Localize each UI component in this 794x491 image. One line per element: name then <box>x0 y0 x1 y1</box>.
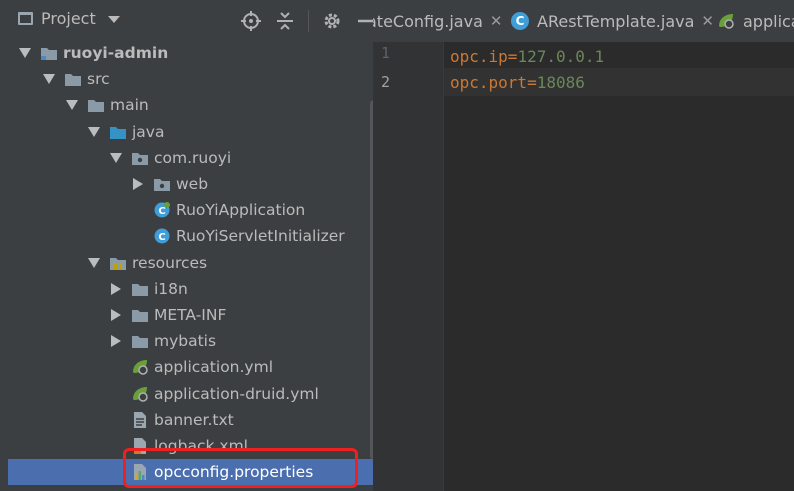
folder-icon <box>87 96 105 114</box>
package-icon <box>131 149 149 167</box>
tree-item-label: main <box>110 96 149 115</box>
tab-label: ateConfig.java <box>373 11 483 31</box>
property-key: opc.port <box>450 72 528 92</box>
property-value: 18086 <box>536 72 585 92</box>
tree-item-label: mybatis <box>154 332 217 351</box>
tree-item-application-yml[interactable]: application.yml <box>8 354 373 380</box>
property-value: 127.0.0.1 <box>517 46 605 66</box>
tree-item-i18n[interactable]: i18n <box>8 276 373 302</box>
expand-arrow-icon[interactable] <box>109 282 123 296</box>
equals-sign: = <box>527 72 537 92</box>
tree-item-label: java <box>132 122 165 141</box>
tree-item-logback-xml[interactable]: logback.xml <box>8 433 373 459</box>
resources-folder-icon <box>109 254 127 272</box>
tree-item-label: i18n <box>154 279 188 298</box>
tree-item-meta-inf[interactable]: META-INF <box>8 302 373 328</box>
expand-arrow-icon[interactable] <box>87 125 101 139</box>
toolbar-separator <box>308 10 309 32</box>
folder-icon <box>64 70 82 88</box>
collapse-all-icon[interactable] <box>274 10 296 32</box>
tree-item-ruoyiservletinitializer[interactable]: C RuoYiServletInitializer <box>8 223 373 249</box>
expand-arrow-icon[interactable] <box>42 72 56 86</box>
tree-item-label: application.yml <box>154 358 274 377</box>
properties-file-icon <box>131 463 149 481</box>
expand-arrow-icon[interactable] <box>109 334 123 348</box>
project-window-icon <box>18 12 33 25</box>
project-tree: ruoyi-admin src main java com.ruoyi web … <box>8 40 373 486</box>
tree-item-resources[interactable]: resources <box>8 250 373 276</box>
tree-item-src[interactable]: src <box>8 66 373 92</box>
tab-label: ARestTemplate.java <box>537 11 695 31</box>
tree-item-com-ruoyi[interactable]: com.ruoyi <box>8 145 373 171</box>
svg-text:C: C <box>158 232 165 243</box>
tree-item-ruoyiapplication[interactable]: C RuoYiApplication <box>8 197 373 223</box>
tree-item-mybatis[interactable]: mybatis <box>8 328 373 354</box>
expand-arrow-icon[interactable] <box>18 46 32 60</box>
spring-config-icon <box>717 12 735 30</box>
folder-icon <box>131 332 149 350</box>
tree-item-label: META-INF <box>154 305 227 324</box>
tree-item-application-druid-yml[interactable]: application-druid.yml <box>8 380 373 406</box>
folder-icon <box>131 306 149 324</box>
expand-arrow-icon[interactable] <box>109 151 123 165</box>
project-panel: Project ruoyi-admin src main java com.ru… <box>8 0 374 491</box>
expand-arrow-icon[interactable] <box>87 256 101 270</box>
spring-config-icon <box>131 358 149 376</box>
code-line: opc.port = 18086 <box>450 68 585 96</box>
expand-arrow-icon[interactable] <box>131 177 145 191</box>
project-panel-title: Project <box>41 9 96 28</box>
gear-icon[interactable] <box>321 10 343 32</box>
expand-arrow-icon[interactable] <box>109 308 123 322</box>
tree-item-ruoyi-admin[interactable]: ruoyi-admin <box>8 40 373 66</box>
tree-item-web[interactable]: web <box>8 171 373 197</box>
code-line: opc.ip = 127.0.0.1 <box>450 42 604 70</box>
tree-item-label: src <box>87 70 110 89</box>
class-icon: C <box>153 227 171 245</box>
tree-item-main[interactable]: main <box>8 92 373 118</box>
tree-item-label: RuoYiApplication <box>176 201 306 220</box>
tree-item-opcconfig-properties[interactable]: opcconfig.properties <box>8 459 373 486</box>
tree-item-label: RuoYiServletInitializer <box>176 227 345 246</box>
package-icon <box>153 175 171 193</box>
tree-item-label: resources <box>132 253 208 272</box>
line-number: 1 <box>381 44 391 62</box>
line-number-gutter: 1 2 <box>373 42 444 491</box>
tree-item-java[interactable]: java <box>8 119 373 145</box>
tree-item-label: logback.xml <box>154 436 248 455</box>
tree-item-label: web <box>176 175 209 194</box>
editor-tab[interactable]: C ARestTemplate.java ✕ <box>511 0 714 42</box>
editor-tab[interactable]: applica <box>717 0 794 42</box>
property-key: opc.ip <box>450 46 508 66</box>
minimize-icon[interactable] <box>355 10 373 32</box>
close-icon[interactable]: ✕ <box>701 12 714 30</box>
tree-item-label: opcconfig.properties <box>154 463 314 482</box>
expand-arrow-icon[interactable] <box>65 98 79 112</box>
equals-sign: = <box>507 46 518 66</box>
tree-item-label: com.ruoyi <box>154 148 232 167</box>
class-icon: C <box>511 12 529 30</box>
chevron-down-icon[interactable] <box>107 16 120 23</box>
tab-label: applica <box>743 11 794 31</box>
line-number: 2 <box>381 73 391 91</box>
spring-boot-class-icon: C <box>153 201 171 219</box>
source-root-folder-icon <box>109 123 127 141</box>
spring-config-icon <box>131 385 149 403</box>
tree-item-label: ruoyi-admin <box>63 44 169 63</box>
code-editor[interactable]: opc.ip = 127.0.0.1 opc.port = 18086 <box>444 42 794 491</box>
folder-icon <box>131 280 149 298</box>
tree-item-label: application-druid.yml <box>154 384 319 403</box>
text-file-icon <box>131 411 149 429</box>
close-icon[interactable]: ✕ <box>490 12 503 30</box>
module-folder-icon <box>40 44 58 62</box>
editor-tab-bar: ateConfig.java ✕ C ARestTemplate.java ✕ … <box>373 0 794 43</box>
project-view-selector[interactable]: Project <box>18 9 120 28</box>
project-panel-header: Project <box>8 0 373 40</box>
tree-item-banner-txt[interactable]: banner.txt <box>8 407 373 433</box>
svg-text:C: C <box>158 206 165 217</box>
xml-file-icon <box>131 437 149 455</box>
locate-icon[interactable] <box>240 10 262 32</box>
editor-tab[interactable]: ateConfig.java ✕ <box>373 0 502 42</box>
tree-item-label: banner.txt <box>154 410 234 429</box>
